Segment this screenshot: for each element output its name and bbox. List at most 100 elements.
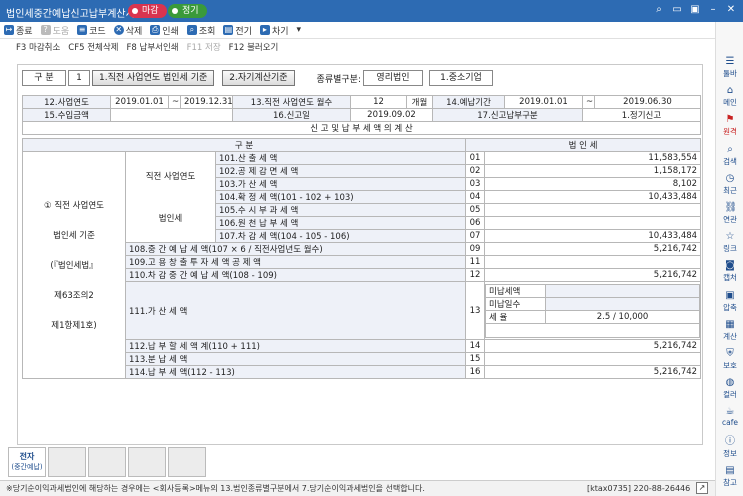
option-self-calc-button[interactable]: 2.자기계산기준 (222, 70, 295, 86)
sidebar-item-2[interactable]: ⚑ 원격 (716, 114, 743, 137)
tab-empty-1[interactable] (48, 447, 86, 477)
window-title: 법인세중간예납신고납부계산서 (6, 9, 135, 20)
row-code: 02 (465, 164, 486, 178)
sidebar-item-5[interactable]: ⛓ 연관 (716, 202, 743, 225)
deadline-badge[interactable]: 마감 (128, 4, 167, 18)
basis-line: (『법인세법』 (50, 261, 98, 271)
window-icon[interactable]: ▣ (689, 4, 701, 16)
fy-tilde: ~ (168, 95, 181, 109)
row-amount[interactable]: 5,216,742 (484, 365, 702, 379)
prepay-tilde: ~ (582, 95, 595, 109)
row-amount[interactable]: 11,583,554 (484, 151, 702, 165)
sidebar-item-label: 캡처 (723, 273, 737, 283)
f8-print-slip[interactable]: F8 납부서인쇄 (127, 41, 179, 53)
sidebar-item-14[interactable]: ▤ 참고 (716, 465, 743, 488)
sidebar-item-0[interactable]: ☰ 툴바 (716, 56, 743, 79)
filing-type-value[interactable]: 1.정기신고 (582, 108, 701, 122)
sidebar-item-label: 계산 (723, 331, 737, 341)
sidebar-item-8[interactable]: ▣ 압축 (716, 290, 743, 313)
row-amount[interactable] (484, 352, 702, 366)
help-button[interactable]: ? 도움 (37, 22, 74, 39)
prior-months-value[interactable]: 12 (350, 95, 407, 109)
f12-load[interactable]: F12 불러오기 (229, 41, 279, 53)
row-amount[interactable] (484, 255, 702, 269)
exit-icon: ↦ (4, 25, 14, 35)
tab-empty-4[interactable] (168, 447, 206, 477)
row-amount[interactable] (484, 216, 702, 230)
zoom-icon[interactable]: ⌕ (653, 4, 665, 16)
tab-electronic[interactable]: 전자 (중간예납) (8, 447, 46, 477)
status-message: ※당기순이익과세법인에 해당하는 경우에는 <회사등록>메뉴의 13.법인종류별… (6, 484, 425, 493)
row-amount[interactable]: 5,216,742 (484, 339, 702, 353)
cf5-delete-all[interactable]: CF5 전체삭제 (68, 41, 118, 53)
sidebar-item-12[interactable]: ☕ cafe (716, 406, 743, 427)
tab-empty-2[interactable] (88, 447, 126, 477)
penalty-label: 미납일수 (485, 296, 547, 311)
info-icon: ⓘ (725, 435, 735, 447)
sidebar-item-label: 연관 (723, 215, 737, 224)
minimize-icon[interactable]: – (707, 4, 719, 16)
print-button[interactable]: ⎙ 인쇄 (146, 22, 183, 39)
row-amount[interactable] (484, 203, 702, 217)
row-label: 105.수 시 부 과 세 액 (214, 203, 467, 217)
row-amount[interactable]: 5,216,742 (484, 268, 702, 282)
row-label: 113.분 납 세 액 (124, 352, 467, 366)
tab-empty-3[interactable] (128, 447, 166, 477)
prepay-end[interactable]: 2019.06.30 (594, 95, 701, 109)
row-code: 13 (465, 281, 486, 340)
menu-icon: ☰ (725, 56, 735, 67)
camera-icon: ◙ (725, 260, 735, 272)
f3-cancel-close[interactable]: F3 마감취소 (16, 41, 60, 53)
revenue-value[interactable] (110, 108, 233, 122)
delete-icon: ✕ (113, 25, 124, 35)
close-window-icon[interactable]: ✕ (725, 4, 737, 16)
sidebar-item-6[interactable]: ☆ 링크 (716, 231, 743, 254)
penalty-value[interactable] (545, 283, 700, 298)
code-button[interactable]: ≡ 코드 (73, 22, 110, 39)
search-button[interactable]: ⌕ 조회 (183, 22, 220, 39)
row-code: 06 (465, 216, 486, 230)
next-button[interactable]: ▸ 차기 (256, 22, 293, 39)
expand-arrow-icon[interactable]: ↗ (696, 482, 708, 494)
folder-icon[interactable]: ▭ (671, 4, 683, 16)
sidebar-item-10[interactable]: ⛨ 보호 (716, 348, 743, 371)
company-size-value[interactable]: 1.중소기업 (428, 70, 493, 86)
sidebar-item-label: 정보 (723, 448, 737, 458)
sidebar-item-label: 메인 (723, 98, 737, 108)
option-prior-year-button[interactable]: 1.직전 사업연도 법인세 기준 (92, 70, 215, 86)
sidebar-item-7[interactable]: ◙ 캡처 (716, 260, 743, 283)
f11-save[interactable]: F11 저장 (187, 41, 221, 53)
prepay-start[interactable]: 2019.01.01 (504, 95, 583, 109)
row-amount[interactable]: 10,433,484 (484, 229, 702, 243)
penalty-label: 미납세액 (485, 283, 547, 298)
row-amount[interactable]: 5,216,742 (484, 242, 702, 256)
row-code: 04 (465, 190, 486, 204)
sidebar-item-3[interactable]: ⌕ 검색 (716, 144, 743, 167)
basis-line: 법인세 기준 (53, 231, 95, 241)
row-label: 112.납 부 할 세 액 계(110 + 111) (124, 339, 467, 353)
delete-button[interactable]: ✕ 삭제 (110, 22, 147, 39)
row-amount[interactable]: 8,102 (484, 177, 702, 191)
sidebar-item-4[interactable]: ◷ 최근 (716, 173, 743, 196)
sidebar-item-11[interactable]: ◍ 컬러 (716, 377, 743, 400)
sidebar-item-13[interactable]: ⓘ 정보 (716, 436, 743, 459)
sidebar-item-9[interactable]: ▦ 계산 (716, 319, 743, 342)
corp-type-value[interactable]: 영리법인 (362, 70, 423, 86)
more-dropdown[interactable]: ▾ (293, 22, 306, 39)
row-amount[interactable]: 1,158,172 (484, 164, 702, 178)
penalty-value[interactable]: 2.5 / 10,000 (545, 309, 700, 324)
efile-button[interactable]: ▤ 전기 (219, 22, 256, 39)
sidebar-item-1[interactable]: ⌂ 메인 (716, 85, 743, 108)
row-amount[interactable]: 10,433,484 (484, 190, 702, 204)
row-label: 103.가 산 세 액 (214, 177, 467, 191)
regular-badge[interactable]: 정기 (168, 4, 207, 18)
gubun-input[interactable]: 1 (68, 70, 90, 86)
code-icon: ≡ (77, 25, 88, 35)
penalty-value[interactable] (545, 296, 700, 311)
shield-icon: ⛨ (726, 348, 734, 359)
close-button[interactable]: ↦ 종료 (0, 22, 37, 39)
prior-months-label: 13.직전 사업연도 월수 (232, 95, 351, 109)
fy-start[interactable]: 2019.01.01 (110, 95, 169, 109)
filing-date-value[interactable]: 2019.09.02 (350, 108, 433, 122)
fy-end[interactable]: 2019.12.31 (180, 95, 233, 109)
